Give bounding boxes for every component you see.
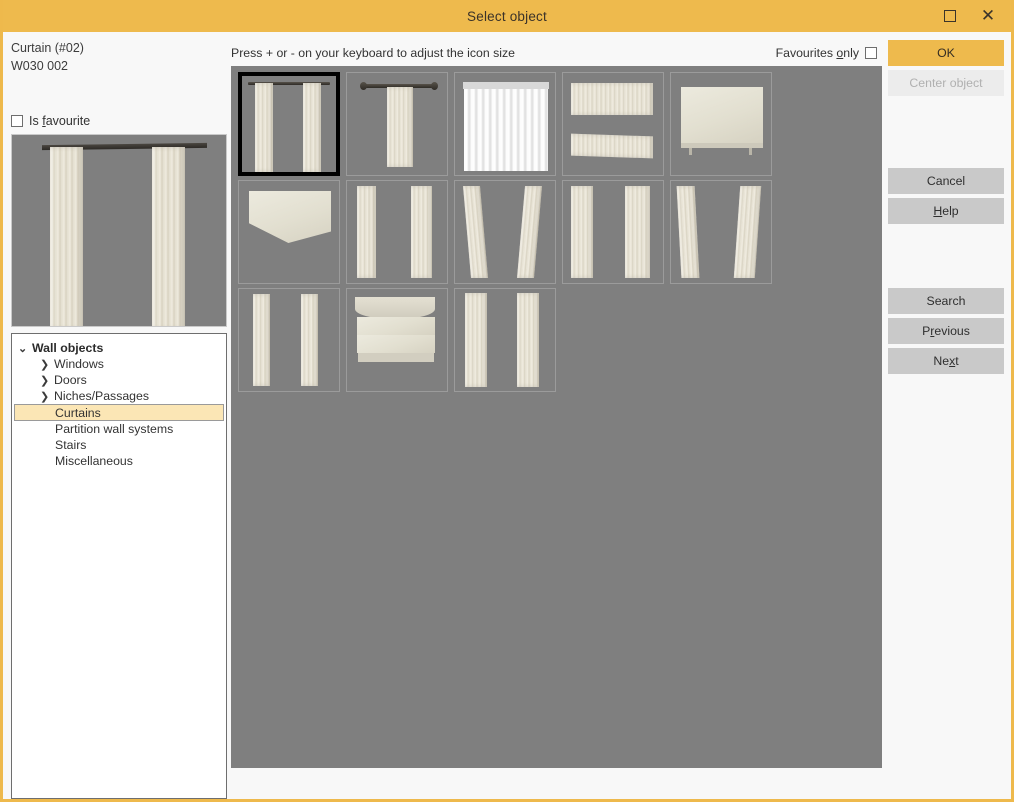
right-button-panel: OK Center object Cancel Help Search Prev…: [883, 32, 1011, 799]
icon-size-hint: Press + or - on your keyboard to adjust …: [231, 46, 515, 60]
tree-item-windows[interactable]: ❯ Windows: [12, 356, 226, 372]
thumbnail-item[interactable]: [562, 72, 664, 176]
favourites-only-checkbox[interactable]: [865, 47, 877, 59]
thumbnail-item[interactable]: [670, 180, 772, 284]
tree-item-label: Doors: [54, 373, 87, 387]
thumbnail-item[interactable]: [454, 72, 556, 176]
thumbnail-item[interactable]: [238, 288, 340, 392]
thumbnail-item[interactable]: [346, 288, 448, 392]
object-code: W030 002: [11, 58, 231, 74]
thumbnail-item[interactable]: [346, 72, 448, 176]
titlebar: Select object ✕: [3, 0, 1011, 32]
tree-item-partition-wall-systems[interactable]: Partition wall systems: [12, 421, 226, 437]
center-panel: Press + or - on your keyboard to adjust …: [231, 32, 883, 799]
dialog-body: Curtain (#02) W030 002 Is favourite ⌄ Wa…: [3, 32, 1011, 799]
chevron-right-icon: ❯: [40, 374, 54, 387]
select-object-dialog: Select object ✕ Curtain (#02) W030 002 I…: [0, 0, 1014, 802]
thumbnail-item[interactable]: [454, 180, 556, 284]
thumbnail-item[interactable]: [238, 180, 340, 284]
tree-item-label: Miscellaneous: [55, 454, 133, 468]
window-controls: ✕: [931, 0, 1007, 32]
thumbnail-item[interactable]: [670, 72, 772, 176]
chevron-right-icon: ❯: [40, 358, 54, 371]
maximize-icon: [944, 10, 956, 22]
thumbnail-item[interactable]: [562, 180, 664, 284]
is-favourite-label: Is favourite: [29, 114, 90, 128]
previous-button[interactable]: Previous: [888, 318, 1004, 344]
category-tree[interactable]: ⌄ Wall objects ❯ Windows ❯ Doors ❯ Niche…: [11, 333, 227, 799]
favourites-only-row[interactable]: Favourites only: [776, 46, 877, 60]
tree-item-stairs[interactable]: Stairs: [12, 437, 226, 453]
hint-row: Press + or - on your keyboard to adjust …: [231, 40, 883, 66]
help-button[interactable]: Help: [888, 198, 1004, 224]
object-name: Curtain (#02): [11, 40, 231, 56]
is-favourite-row[interactable]: Is favourite: [11, 114, 231, 128]
tree-item-label: Windows: [54, 357, 104, 371]
favourites-only-label: Favourites only: [776, 46, 859, 60]
preview-curtain-panel-right: [152, 147, 185, 327]
tree-item-curtains[interactable]: Curtains: [14, 404, 224, 421]
cancel-button[interactable]: Cancel: [888, 168, 1004, 194]
tree-item-miscellaneous[interactable]: Miscellaneous: [12, 453, 226, 469]
close-icon: ✕: [981, 8, 995, 25]
center-object-button: Center object: [888, 70, 1004, 96]
tree-item-label: Wall objects: [32, 341, 103, 355]
maximize-button[interactable]: [931, 1, 969, 31]
thumbnail-item[interactable]: [238, 72, 340, 176]
next-button[interactable]: Next: [888, 348, 1004, 374]
tree-item-label: Curtains: [55, 406, 101, 420]
tree-item-doors[interactable]: ❯ Doors: [12, 372, 226, 388]
is-favourite-checkbox[interactable]: [11, 115, 23, 127]
tree-item-label: Partition wall systems: [55, 422, 173, 436]
chevron-right-icon: ❯: [40, 390, 54, 403]
chevron-down-icon: ⌄: [18, 342, 32, 355]
close-button[interactable]: ✕: [969, 1, 1007, 31]
left-panel: Curtain (#02) W030 002 Is favourite ⌄ Wa…: [3, 32, 231, 799]
tree-item-wall-objects[interactable]: ⌄ Wall objects: [12, 340, 226, 356]
preview-curtain-panel-left: [50, 147, 83, 327]
thumbnail-item[interactable]: [454, 288, 556, 392]
window-title: Select object: [467, 9, 547, 24]
tree-item-label: Niches/Passages: [54, 389, 149, 403]
thumbnail-item[interactable]: [346, 180, 448, 284]
search-button[interactable]: Search: [888, 288, 1004, 314]
object-preview: [11, 134, 227, 327]
ok-button[interactable]: OK: [888, 40, 1004, 66]
thumbnail-grid[interactable]: [231, 66, 882, 768]
tree-item-label: Stairs: [55, 438, 86, 452]
tree-item-niches-passages[interactable]: ❯ Niches/Passages: [12, 388, 226, 404]
